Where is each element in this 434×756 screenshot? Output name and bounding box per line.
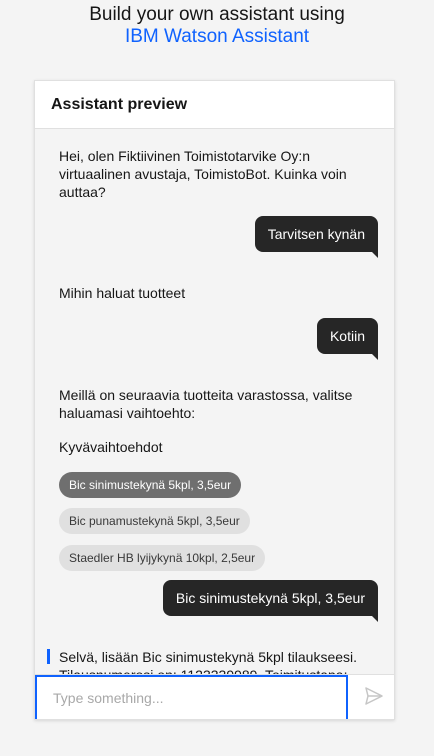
bot-message-where: Mihin haluat tuotteet (59, 285, 186, 301)
option-chip-2[interactable]: Bic punamustekynä 5kpl, 3,5eur (59, 508, 250, 534)
header-text: Build your own assistant using (89, 4, 345, 25)
bot-message-confirm: Selvä, lisään Bic sinimustekynä 5kpl til… (59, 649, 358, 674)
send-button[interactable] (353, 675, 394, 719)
bot-message-greeting: Hei, olen Fiktiivinen Toimistotarvike Oy… (59, 148, 347, 200)
panel-title: Assistant preview (35, 81, 394, 129)
page-header: Build your own assistant using IBM Watso… (0, 4, 434, 48)
watson-assistant-link[interactable]: IBM Watson Assistant (0, 26, 434, 48)
user-message-pen: Tarvitsen kynän (254, 216, 379, 258)
option-chip-3[interactable]: Staedler HB lyijykynä 10kpl, 2,5eur (59, 545, 266, 571)
assistant-preview-panel: Assistant preview Hei, olen Fiktiivinen … (34, 80, 395, 720)
user-message-home: Kotiin (316, 318, 379, 360)
message-focus-indicator (47, 649, 50, 664)
bot-message-stock: Meillä on seuraavia tuotteita varastossa… (59, 387, 353, 421)
send-icon (364, 686, 384, 711)
user-message-choice: Bic sinimustekynä 5kpl, 3,5eur (162, 580, 379, 622)
bot-options-title: Kyvävaihtoehdot (59, 439, 163, 455)
option-chip-1[interactable]: Bic sinimustekynä 5kpl, 3,5eur (59, 472, 242, 498)
message-input[interactable] (35, 675, 348, 719)
message-list[interactable]: Hei, olen Fiktiivinen Toimistotarvike Oy… (35, 129, 394, 674)
input-row (35, 674, 394, 719)
